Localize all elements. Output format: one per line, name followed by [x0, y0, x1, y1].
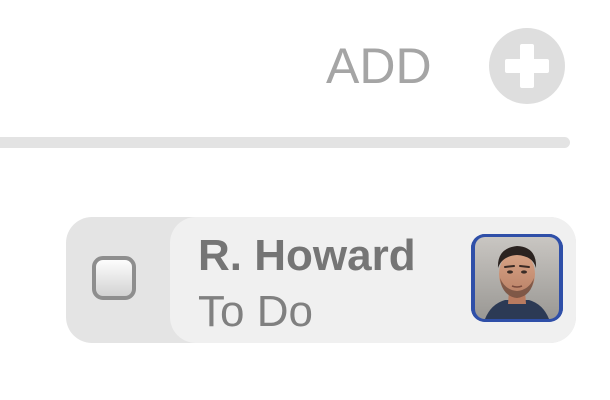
assignee-avatar: [471, 234, 563, 322]
add-task-button[interactable]: [489, 28, 565, 104]
task-card[interactable]: R. Howard To Do: [66, 217, 576, 343]
task-status: To Do: [198, 287, 313, 336]
task-list-screen: ADD R. Howard To Do: [0, 0, 610, 400]
task-assignee: R. Howard: [198, 231, 416, 280]
task-body[interactable]: R. Howard To Do: [170, 217, 576, 343]
avatar-photo-icon: [471, 234, 563, 322]
task-checkbox[interactable]: [92, 256, 136, 300]
plus-icon: [505, 44, 549, 88]
add-label[interactable]: ADD: [326, 36, 446, 96]
header-divider: [0, 137, 570, 148]
checkbox-zone[interactable]: [66, 217, 186, 343]
